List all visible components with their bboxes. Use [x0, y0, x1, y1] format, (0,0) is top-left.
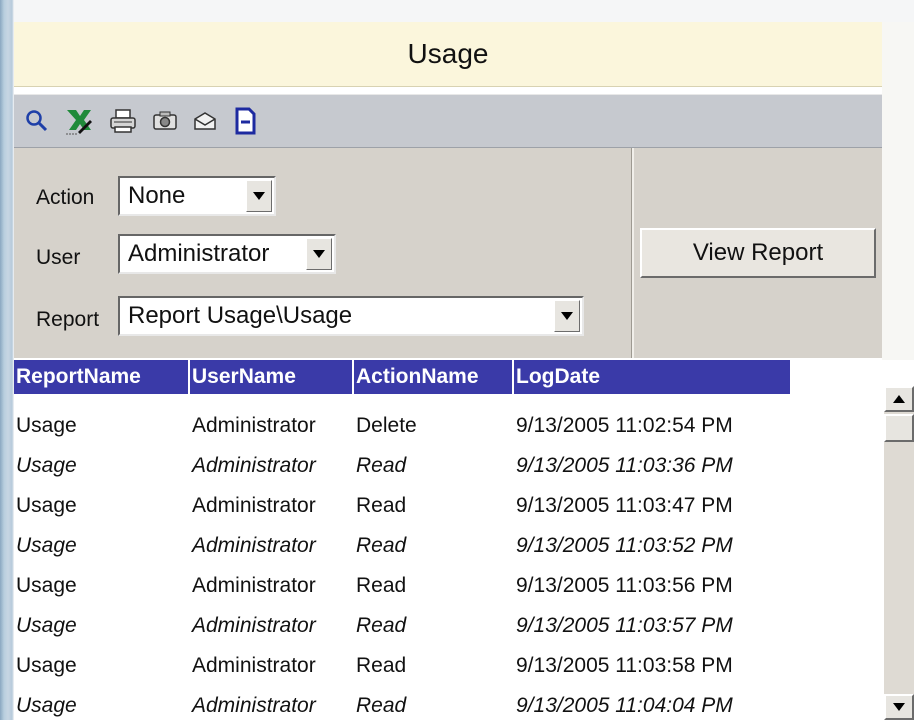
window-frame: Usage Action None User Administrator Rep… [0, 0, 914, 720]
cell-logdate: 9/13/2005 11:03:57 PM [516, 614, 733, 637]
cell-reportname: Usage [16, 414, 77, 437]
chevron-down-icon[interactable] [246, 180, 272, 212]
cell-username: Administrator [192, 614, 316, 637]
cell-actionname: Read [356, 534, 407, 557]
report-select-value: Report Usage\Usage [128, 302, 353, 329]
scroll-up-icon[interactable] [884, 386, 914, 412]
cell-actionname: Read [356, 654, 407, 677]
cell-username: Administrator [192, 654, 316, 677]
action-label: Action [36, 186, 95, 209]
cell-actionname: Read [356, 694, 407, 717]
cell-reportname: Usage [16, 654, 77, 677]
table-row[interactable]: Usage Administrator Read 9/13/2005 11:03… [14, 486, 874, 526]
user-select[interactable]: Administrator [118, 234, 336, 274]
cell-actionname: Read [356, 494, 407, 517]
user-select-value: Administrator [128, 240, 270, 267]
cell-reportname: Usage [16, 574, 77, 597]
cell-logdate: 9/13/2005 11:04:04 PM [516, 694, 733, 717]
cell-username: Administrator [192, 574, 316, 597]
cell-actionname: Read [356, 454, 407, 477]
right-gutter [882, 22, 914, 360]
report-label: Report [36, 308, 100, 331]
cell-username: Administrator [192, 494, 316, 517]
report-select[interactable]: Report Usage\Usage [118, 296, 584, 336]
cell-actionname: Delete [356, 414, 417, 437]
user-label: User [36, 246, 81, 269]
table-row[interactable]: Usage Administrator Read 9/13/2005 11:03… [14, 646, 874, 686]
cell-reportname: Usage [16, 614, 77, 637]
export-excel-icon[interactable] [62, 103, 96, 139]
table-row[interactable]: Usage Administrator Read 9/13/2005 11:03… [14, 526, 874, 566]
params-divider [632, 148, 634, 358]
cell-reportname: Usage [16, 534, 77, 557]
email-icon[interactable] [188, 103, 222, 139]
chevron-down-icon[interactable] [554, 300, 580, 332]
parameters-area: Action None User Administrator Report Re… [14, 148, 882, 358]
scrollbar-thumb[interactable] [884, 414, 914, 442]
cell-reportname: Usage [16, 454, 77, 477]
cell-reportname: Usage [16, 694, 77, 717]
toolbar [14, 94, 882, 148]
document-icon[interactable] [228, 103, 262, 139]
grid-header: ReportName UserName ActionName LogDate [14, 360, 790, 394]
column-header-username[interactable]: UserName [190, 360, 354, 394]
cell-logdate: 9/13/2005 11:02:54 PM [516, 414, 733, 437]
cell-logdate: 9/13/2005 11:03:58 PM [516, 654, 733, 677]
scroll-down-icon[interactable] [884, 694, 914, 720]
cell-logdate: 9/13/2005 11:03:47 PM [516, 494, 733, 517]
page-title-text: Usage [407, 38, 489, 69]
table-row[interactable]: Usage Administrator Delete 9/13/2005 11:… [14, 406, 874, 446]
cell-username: Administrator [192, 694, 316, 717]
table-row[interactable]: Usage Administrator Read 9/13/2005 11:03… [14, 606, 874, 646]
table-row[interactable]: Usage Administrator Read 9/13/2005 11:03… [14, 566, 874, 606]
page-title: Usage [14, 22, 882, 87]
action-select-value: None [128, 182, 186, 209]
column-header-logdate[interactable]: LogDate [514, 360, 790, 394]
cell-reportname: Usage [16, 494, 77, 517]
column-header-reportname[interactable]: ReportName [14, 360, 190, 394]
cell-actionname: Read [356, 574, 407, 597]
search-icon[interactable] [20, 103, 54, 139]
cell-username: Administrator [192, 534, 316, 557]
table-row[interactable]: Usage Administrator Read 9/13/2005 11:04… [14, 686, 874, 720]
report-panel: Usage Action None User Administrator Rep… [14, 22, 914, 720]
camera-icon[interactable] [148, 103, 182, 139]
cell-actionname: Read [356, 614, 407, 637]
action-select[interactable]: None [118, 176, 276, 216]
table-row[interactable]: Usage Administrator Read 9/13/2005 11:03… [14, 446, 874, 486]
cell-username: Administrator [192, 414, 316, 437]
cell-username: Administrator [192, 454, 316, 477]
cell-logdate: 9/13/2005 11:03:36 PM [516, 454, 733, 477]
column-header-actionname[interactable]: ActionName [354, 360, 514, 394]
print-icon[interactable] [106, 103, 140, 139]
vertical-scrollbar[interactable] [884, 386, 914, 720]
cell-logdate: 9/13/2005 11:03:56 PM [516, 574, 733, 597]
cell-logdate: 9/13/2005 11:03:52 PM [516, 534, 733, 557]
chevron-down-icon[interactable] [306, 238, 332, 270]
view-report-button[interactable]: View Report [640, 228, 876, 278]
